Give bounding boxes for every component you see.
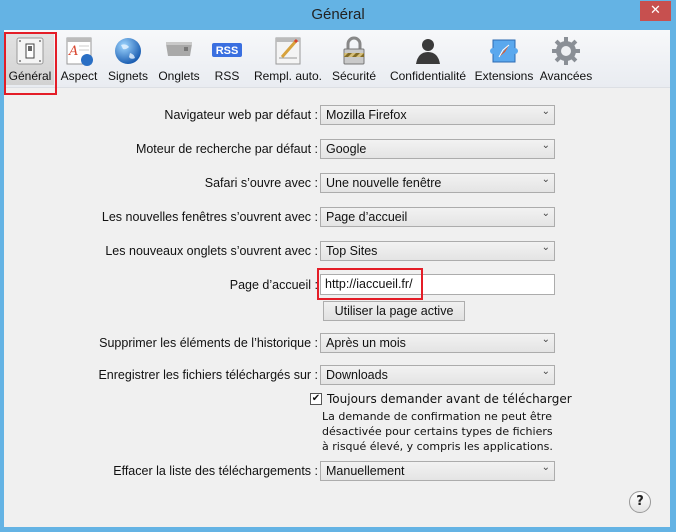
window-title: Général (311, 6, 365, 23)
tab-general[interactable]: Général (6, 33, 54, 85)
chevron-down-icon: ⌄ (541, 208, 550, 219)
chevron-down-icon: ⌄ (541, 174, 550, 185)
ask-before-download-label[interactable]: Toujours demander avant de télécharger (327, 392, 572, 406)
tab-aspect[interactable]: A Aspect (56, 33, 102, 85)
row-save-downloads: Enregistrer les fichiers téléchargés sur… (4, 365, 670, 387)
new-tabs-value: Top Sites (326, 244, 378, 258)
default-search-value: Google (326, 142, 367, 156)
tab-avancees[interactable]: Avancées (536, 33, 596, 85)
new-tabs-select[interactable]: Top Sites ⌄ (320, 241, 555, 261)
tab-onglets[interactable]: Onglets (154, 33, 204, 85)
row-homepage: Page d’accueil : (4, 268, 670, 300)
chevron-down-icon: ⌄ (541, 366, 550, 377)
tab-onglets-label: Onglets (158, 69, 200, 83)
new-tabs-label: Les nouveaux onglets s’ouvrent avec : (105, 244, 318, 258)
tab-general-label: Général (8, 69, 52, 83)
new-windows-select[interactable]: Page d’accueil ⌄ (320, 207, 555, 227)
svg-text:RSS: RSS (216, 45, 239, 57)
row-clear-downloads: Effacer la liste des téléchargements : M… (4, 461, 670, 483)
tab-securite-label: Sécurité (331, 69, 377, 83)
title-bar: Général ✕ (0, 0, 676, 30)
tab-confidentialite-label: Confidentialité (389, 69, 467, 83)
tab-rss-label: RSS (214, 69, 240, 83)
tab-extensions[interactable]: Extensions (474, 33, 534, 85)
homepage-label: Page d’accueil : (229, 278, 318, 292)
new-windows-value: Page d’accueil (326, 210, 408, 224)
default-search-label: Moteur de recherche par défaut : (135, 142, 318, 156)
tab-confidentialite[interactable]: Confidentialité (384, 33, 472, 85)
gear-icon (552, 37, 580, 65)
globe-icon (115, 38, 141, 64)
tab-securite[interactable]: Sécurité (328, 33, 380, 85)
clear-downloads-value: Manuellement (326, 464, 405, 478)
remove-history-value: Après un mois (326, 336, 406, 350)
row-remove-history: Supprimer les éléments de l’historique :… (4, 333, 670, 355)
clear-downloads-label: Effacer la liste des téléchargements : (113, 464, 318, 478)
safari-opens-with-select[interactable]: Une nouvelle fenêtre ⌄ (320, 173, 555, 193)
close-button[interactable]: ✕ (640, 1, 671, 21)
safari-opens-with-label: Safari s’ouvre avec : (204, 176, 318, 190)
use-current-page-button[interactable]: Utiliser la page active (323, 301, 465, 321)
preferences-toolbar: Général A Aspect Signets Onglets RSS RSS… (4, 30, 670, 95)
row-default-search: Moteur de recherche par défaut : Google … (4, 139, 670, 161)
help-button[interactable]: ? (629, 491, 651, 513)
default-browser-value: Mozilla Firefox (326, 108, 407, 122)
tabs-icon (166, 42, 192, 56)
save-downloads-value: Downloads (326, 368, 388, 382)
switch-icon (16, 37, 44, 65)
autofill-pencil-icon (275, 37, 301, 65)
tab-rss[interactable]: RSS RSS (208, 33, 246, 85)
default-browser-select[interactable]: Mozilla Firefox ⌄ (320, 105, 555, 125)
new-windows-label: Les nouvelles fenêtres s’ouvrent avec : (101, 210, 318, 224)
tab-aspect-label: Aspect (60, 69, 98, 83)
tab-autofill[interactable]: Rempl. auto. (252, 33, 324, 85)
person-silhouette-icon (416, 39, 440, 64)
svg-text:A: A (68, 44, 78, 59)
tab-signets[interactable]: Signets (104, 33, 152, 85)
save-downloads-label: Enregistrer les fichiers téléchargés sur… (98, 368, 318, 382)
row-default-browser: Navigateur web par défaut : Mozilla Fire… (4, 105, 670, 127)
tab-autofill-label: Rempl. auto. (253, 69, 323, 83)
appearance-icon: A (66, 37, 93, 66)
puzzle-compass-icon (490, 39, 518, 63)
tab-extensions-label: Extensions (474, 69, 534, 83)
remove-history-label: Supprimer les éléments de l’historique : (99, 336, 318, 350)
download-confirmation-note: La demande de confirmation ne peut être … (322, 410, 553, 453)
save-downloads-select[interactable]: Downloads ⌄ (320, 365, 555, 385)
tab-signets-label: Signets (107, 69, 149, 83)
default-search-select[interactable]: Google ⌄ (320, 139, 555, 159)
chevron-down-icon: ⌄ (541, 334, 550, 345)
safari-opens-with-value: Une nouvelle fenêtre (326, 176, 442, 190)
chevron-down-icon: ⌄ (541, 242, 550, 253)
preferences-window: Général A Aspect Signets Onglets RSS RSS… (4, 30, 670, 527)
padlock-icon (343, 36, 365, 65)
row-new-tabs: Les nouveaux onglets s’ouvrent avec : To… (4, 241, 670, 263)
chevron-down-icon: ⌄ (541, 140, 550, 151)
rss-icon: RSS (212, 43, 242, 57)
chevron-down-icon: ⌄ (541, 106, 550, 117)
homepage-field[interactable] (320, 274, 555, 295)
row-new-windows: Les nouvelles fenêtres s’ouvrent avec : … (4, 207, 670, 229)
clear-downloads-select[interactable]: Manuellement ⌄ (320, 461, 555, 481)
tab-avancees-label: Avancées (539, 69, 593, 83)
row-safari-opens-with: Safari s’ouvre avec : Une nouvelle fenêt… (4, 173, 670, 195)
ask-before-download-checkbox[interactable]: ✔ (310, 393, 322, 405)
chevron-down-icon: ⌄ (541, 462, 550, 473)
default-browser-label: Navigateur web par défaut : (164, 108, 318, 122)
remove-history-select[interactable]: Après un mois ⌄ (320, 333, 555, 353)
homepage-input[interactable] (325, 277, 545, 291)
